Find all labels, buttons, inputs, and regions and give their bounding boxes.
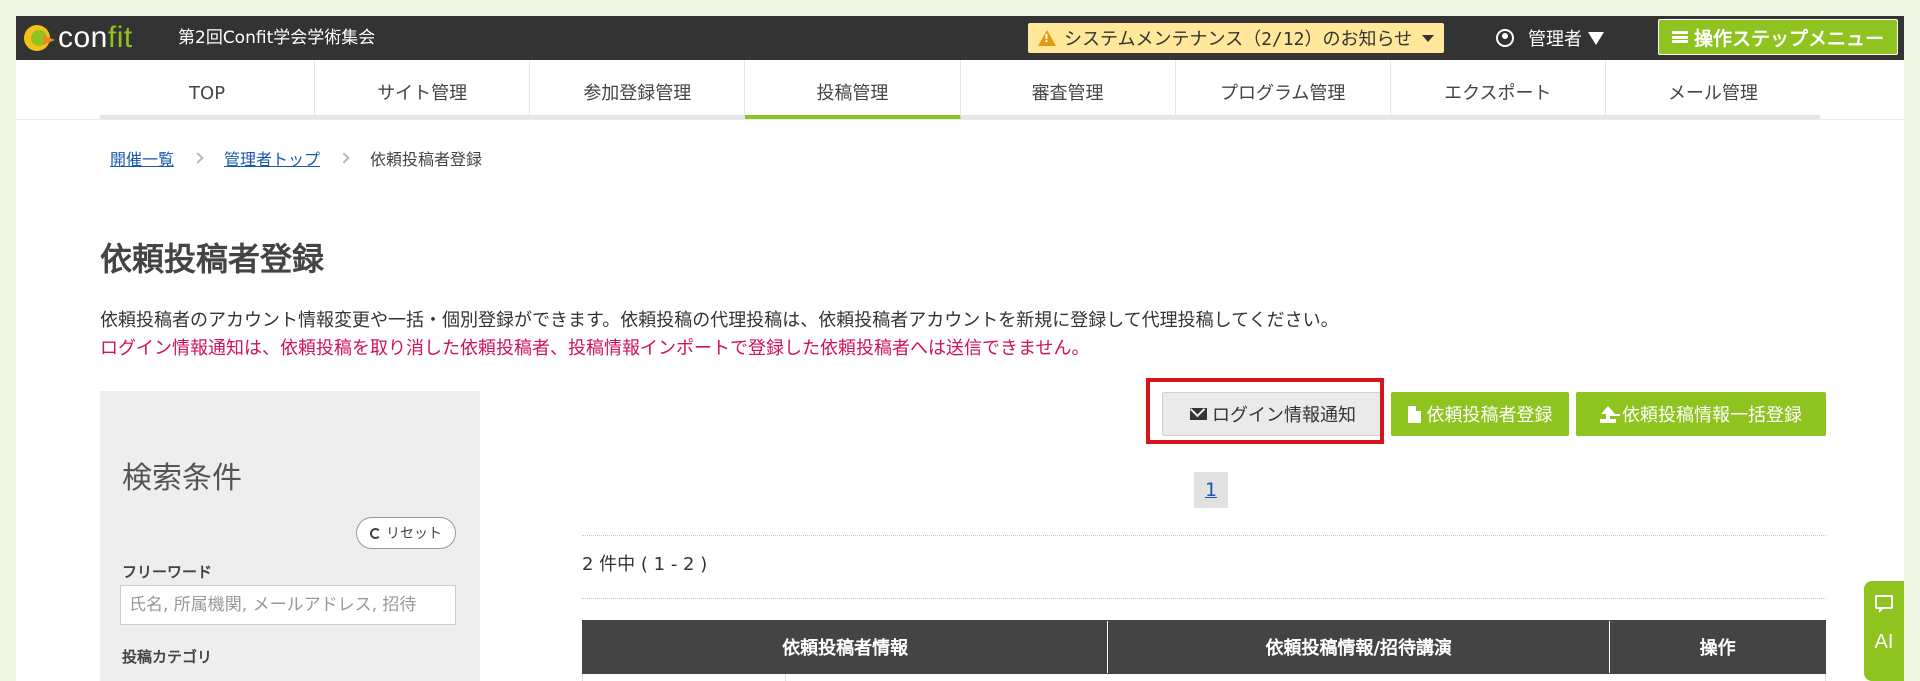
refresh-icon [370, 527, 381, 539]
document-icon [1407, 405, 1421, 423]
bulk-register-label: 依頼投稿情報一括登録 [1622, 405, 1802, 426]
triangle-down-icon [1588, 31, 1604, 45]
results-table-header: 依頼投稿者情報 依頼投稿情報/招待講演 操作 [582, 620, 1826, 674]
dotted-divider [582, 535, 1826, 536]
bulk-register-button[interactable]: 依頼投稿情報一括登録 [1576, 392, 1826, 436]
nav-tab-registration[interactable]: 参加登録管理 [530, 60, 746, 120]
admin-menu[interactable]: 管理者 [1496, 16, 1604, 60]
admin-label: 管理者 [1528, 29, 1582, 50]
nav-tab-program[interactable]: プログラム管理 [1175, 60, 1391, 120]
chevron-right-icon [192, 152, 204, 164]
page-title: 依頼投稿者登録 [100, 240, 325, 278]
search-sidebar: 検索条件 リセット フリーワード 投稿カテゴリ [100, 391, 480, 681]
register-requester-label: 依頼投稿者登録 [1426, 405, 1553, 426]
nav-tab-top[interactable]: TOP [100, 60, 316, 120]
result-count: 2 件中 ( 1 - 2 ) [582, 554, 708, 575]
breadcrumb-current: 依頼投稿者登録 [370, 150, 483, 169]
ai-label: AI [1874, 631, 1894, 653]
warning-icon [1038, 30, 1056, 46]
freeword-input[interactable] [120, 585, 456, 625]
caret-down-icon [1422, 34, 1435, 42]
freeword-label: フリーワード [122, 563, 213, 581]
logo-text-suffix: fit [107, 21, 133, 54]
page-description: 依頼投稿者のアカウント情報変更や一括・個別登録ができます。依頼投稿の代理投稿は、… [100, 310, 1339, 331]
register-requester-button[interactable]: 依頼投稿者登録 [1391, 392, 1569, 436]
upload-icon [1600, 405, 1616, 423]
highlight-box [1146, 378, 1384, 444]
event-title: 第2回Confit学会学術集会 [178, 28, 376, 48]
ai-assistant-tab[interactable]: AI [1864, 581, 1904, 681]
confit-logo[interactable]: confit [24, 20, 133, 56]
nav-tab-submissions[interactable]: 投稿管理 [745, 60, 961, 120]
app-frame: confit 第2回Confit学会学術集会 システムメンテナンス（2/12）の… [16, 16, 1904, 681]
nav-tab-site[interactable]: サイト管理 [315, 60, 531, 120]
user-icon [1496, 29, 1514, 47]
menu-icon [1671, 31, 1688, 43]
main-nav: TOP サイト管理 参加登録管理 投稿管理 審査管理 プログラム管理 エクスポー… [100, 60, 1820, 120]
step-menu-label: 操作ステップメニュー [1693, 27, 1884, 50]
reset-button[interactable]: リセット [356, 517, 456, 549]
chat-icon [1875, 595, 1893, 613]
nav-tab-review[interactable]: 審査管理 [960, 60, 1176, 120]
breadcrumb-admin-top[interactable]: 管理者トップ [224, 146, 320, 170]
maintenance-notice-label: システムメンテナンス（2/12）のお知らせ [1064, 29, 1413, 50]
column-header-actions: 操作 [1699, 638, 1736, 659]
column-header-requester: 依頼投稿者情報 [583, 621, 1109, 673]
logo-text-prefix: con [58, 21, 108, 54]
breadcrumb-event-list[interactable]: 開催一覧 [110, 146, 174, 170]
nav-tab-mail[interactable]: メール管理 [1605, 60, 1820, 120]
category-label: 投稿カテゴリ [122, 648, 213, 666]
dotted-divider [582, 598, 1826, 599]
search-title: 検索条件 [122, 461, 242, 496]
pagination-page-1[interactable]: 1 [1194, 472, 1228, 508]
top-bar: confit 第2回Confit学会学術集会 システムメンテナンス（2/12）の… [16, 16, 1904, 60]
nav-tab-export[interactable]: エクスポート [1390, 60, 1606, 120]
nav-divider [16, 119, 1904, 120]
breadcrumb: 開催一覧 管理者トップ 依頼投稿者登録 [110, 146, 482, 170]
maintenance-notice-dropdown[interactable]: システムメンテナンス（2/12）のお知らせ [1028, 23, 1445, 53]
step-menu-button[interactable]: 操作ステップメニュー [1658, 19, 1898, 55]
table-row [582, 674, 1826, 681]
reset-label: リセット [386, 526, 442, 542]
chevron-right-icon [338, 152, 350, 164]
logo-bird-icon [24, 25, 56, 51]
column-header-submission: 依頼投稿情報/招待講演 [1108, 621, 1611, 673]
page-warning: ログイン情報通知は、依頼投稿を取り消した依頼投稿者、投稿情報インポートで登録した… [100, 338, 1090, 359]
